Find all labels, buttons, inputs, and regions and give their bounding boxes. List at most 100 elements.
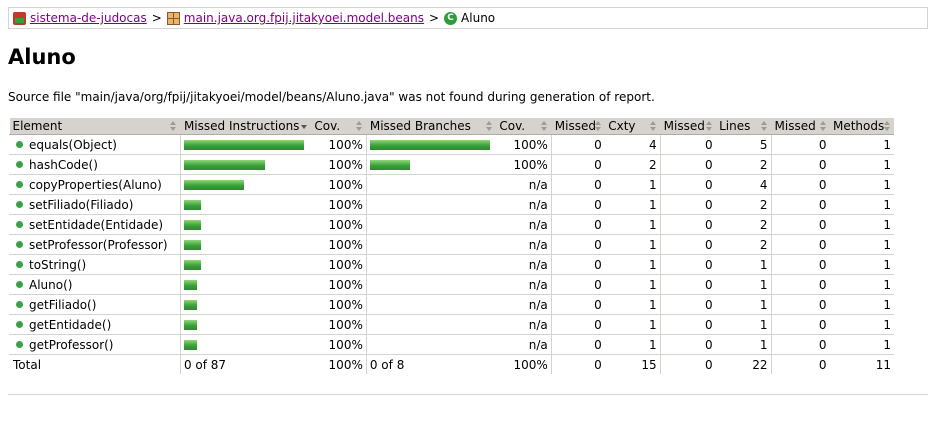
instr-cov-cell: 100% bbox=[311, 194, 367, 215]
instruction-coverage-bar bbox=[183, 200, 201, 210]
lines-cell: 5 bbox=[716, 134, 772, 155]
breadcrumb-separator: > bbox=[151, 11, 162, 25]
cxty-cell: 2 bbox=[605, 154, 661, 175]
missed-methods-cell: 0 bbox=[770, 314, 830, 335]
branch-cov-cell: n/a bbox=[496, 194, 552, 215]
table-total-row: Total 0 of 87 100% 0 of 8 100% 0 15 0 22… bbox=[9, 354, 894, 374]
coverage-table: Element Missed Instructions Cov. Missed … bbox=[9, 118, 894, 374]
column-header-missed-cxty[interactable]: Missed bbox=[550, 118, 606, 135]
sort-icon bbox=[169, 121, 177, 131]
breadcrumb-class-label: Aluno bbox=[461, 11, 496, 25]
total-methods: 11 bbox=[829, 354, 894, 374]
table-row: getEntidade() 100% n/a 0 1 0 1 0 1 bbox=[9, 314, 894, 335]
lines-cell: 2 bbox=[716, 154, 772, 175]
breadcrumb-package[interactable]: main.java.org.fpij.jitakyoei.model.beans bbox=[166, 11, 424, 25]
methods-cell: 1 bbox=[829, 254, 894, 275]
table-row: getFiliado() 100% n/a 0 1 0 1 0 1 bbox=[9, 294, 894, 315]
instructions-bar-cell bbox=[179, 254, 312, 275]
missed-lines-cell: 0 bbox=[659, 134, 717, 155]
missed-methods-cell: 0 bbox=[770, 254, 830, 275]
element-cell[interactable]: getProfessor() bbox=[9, 334, 181, 355]
element-cell[interactable]: copyProperties(Aluno) bbox=[9, 174, 181, 195]
element-label: setEntidade(Entidade) bbox=[29, 217, 164, 232]
sort-icon bbox=[884, 121, 891, 131]
element-label: getFiliado() bbox=[29, 297, 97, 312]
branch-cov-cell: n/a bbox=[496, 214, 552, 235]
element-cell[interactable]: toString() bbox=[9, 254, 181, 275]
column-header-missed-methods[interactable]: Missed bbox=[770, 118, 830, 135]
branches-bar-cell bbox=[365, 294, 497, 315]
column-header-missed-instructions[interactable]: Missed Instructions bbox=[179, 118, 312, 135]
instruction-coverage-bar bbox=[183, 340, 197, 350]
method-icon bbox=[16, 260, 23, 268]
methods-cell: 1 bbox=[829, 154, 894, 175]
missed-methods-cell: 0 bbox=[770, 194, 830, 215]
instr-cov-cell: 100% bbox=[311, 134, 367, 155]
branches-bar-cell bbox=[365, 154, 497, 175]
instr-cov-cell: 100% bbox=[311, 234, 367, 255]
footer-divider bbox=[8, 394, 928, 395]
element-label: equals(Object) bbox=[29, 137, 117, 152]
table-header-row: Element Missed Instructions Cov. Missed … bbox=[9, 118, 894, 135]
instruction-coverage-bar bbox=[183, 240, 201, 250]
element-cell[interactable]: hashCode() bbox=[9, 154, 181, 175]
column-header-methods[interactable]: Methods bbox=[829, 118, 894, 135]
element-label: copyProperties(Aluno) bbox=[29, 177, 162, 192]
element-cell[interactable]: setFiliado(Filiado) bbox=[9, 194, 181, 215]
missed-lines-cell: 0 bbox=[659, 254, 717, 275]
element-cell[interactable]: setProfessor(Professor) bbox=[9, 234, 181, 255]
column-header-missed-lines[interactable]: Missed bbox=[659, 118, 717, 135]
table-row: equals(Object) 100% 100% 0 4 0 5 0 1 bbox=[9, 134, 894, 155]
missed-methods-cell: 0 bbox=[770, 234, 830, 255]
element-cell[interactable]: equals(Object) bbox=[9, 134, 181, 155]
branch-cov-cell: 100% bbox=[496, 154, 552, 175]
instruction-coverage-bar bbox=[183, 300, 197, 310]
branch-coverage-bar bbox=[369, 160, 410, 170]
element-cell[interactable]: Aluno() bbox=[9, 274, 181, 295]
element-label: toString() bbox=[29, 257, 87, 272]
missed-methods-cell: 0 bbox=[770, 154, 830, 175]
instruction-coverage-bar bbox=[183, 160, 265, 170]
column-header-element[interactable]: Element bbox=[9, 118, 181, 135]
element-label: getProfessor() bbox=[29, 337, 114, 352]
lines-cell: 1 bbox=[716, 294, 772, 315]
column-header-lines[interactable]: Lines bbox=[716, 118, 772, 135]
missed-cxty-cell: 0 bbox=[550, 134, 606, 155]
element-cell[interactable]: setEntidade(Entidade) bbox=[9, 214, 181, 235]
breadcrumb-session-link[interactable]: sistema-de-judocas bbox=[30, 11, 147, 25]
sort-icon bbox=[540, 121, 548, 131]
method-icon bbox=[16, 240, 23, 248]
total-branch-cov: 100% bbox=[496, 354, 552, 374]
instructions-bar-cell bbox=[179, 214, 312, 235]
lines-cell: 1 bbox=[716, 274, 772, 295]
column-header-cxty[interactable]: Cxty bbox=[605, 118, 661, 135]
method-icon bbox=[16, 160, 23, 168]
methods-cell: 1 bbox=[829, 334, 894, 355]
branch-coverage-bar bbox=[369, 140, 490, 150]
column-header-missed-branches[interactable]: Missed Branches bbox=[365, 118, 497, 135]
instructions-bar-cell bbox=[179, 234, 312, 255]
total-instr-cov: 100% bbox=[311, 354, 367, 374]
branches-bar-cell bbox=[365, 234, 497, 255]
methods-cell: 1 bbox=[829, 194, 894, 215]
column-header-instr-cov[interactable]: Cov. bbox=[311, 118, 367, 135]
column-header-branch-cov[interactable]: Cov. bbox=[496, 118, 552, 135]
element-cell[interactable]: getFiliado() bbox=[9, 294, 181, 315]
element-label: hashCode() bbox=[29, 157, 98, 172]
instructions-bar-cell bbox=[179, 194, 312, 215]
breadcrumb-package-link[interactable]: main.java.org.fpij.jitakyoei.model.beans bbox=[184, 11, 424, 25]
instruction-coverage-bar bbox=[183, 220, 201, 230]
breadcrumb-session[interactable]: sistema-de-judocas bbox=[13, 11, 147, 25]
instr-cov-cell: 100% bbox=[311, 254, 367, 275]
method-icon bbox=[16, 220, 23, 228]
missed-cxty-cell: 0 bbox=[550, 174, 606, 195]
branches-bar-cell bbox=[365, 254, 497, 275]
total-missed-methods: 0 bbox=[770, 354, 830, 374]
element-cell[interactable]: getEntidade() bbox=[9, 314, 181, 335]
methods-cell: 1 bbox=[829, 234, 894, 255]
methods-cell: 1 bbox=[829, 134, 894, 155]
total-branches: 0 of 8 bbox=[365, 354, 497, 374]
method-icon bbox=[16, 320, 23, 328]
sort-icon bbox=[355, 121, 363, 131]
lines-cell: 4 bbox=[716, 174, 772, 195]
